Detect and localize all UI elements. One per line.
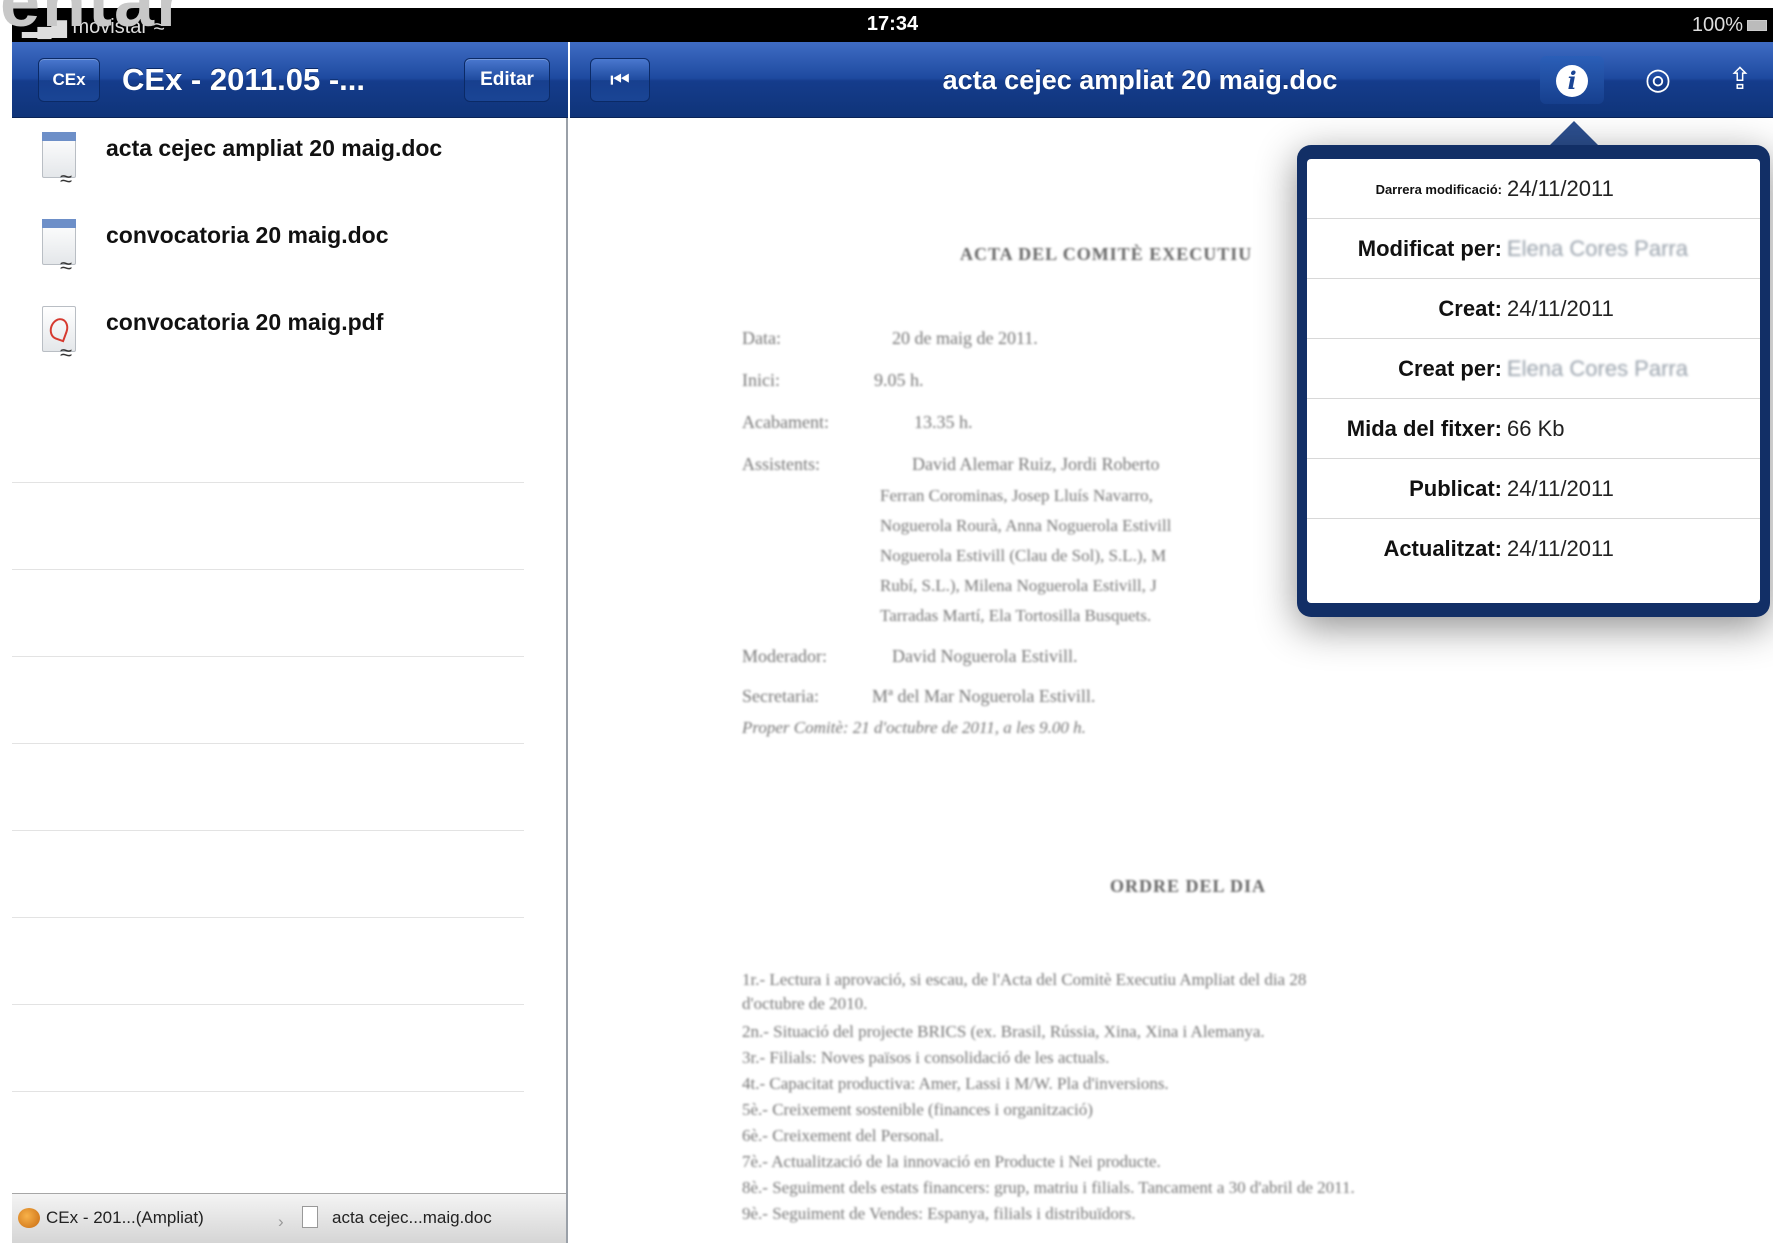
info-value: 24/11/2011 [1507, 296, 1614, 321]
file-list: ≈ acta cejec ampliat 20 maig.doc ≈ convo… [12, 118, 566, 379]
info-row-created-by: Creat per: Elena Cores Parra [1307, 339, 1760, 399]
clock: 17:34 [866, 13, 919, 35]
doc-heading: ACTA DEL COMITÈ EXECUTIU [960, 244, 1253, 264]
doc-line: Noguerola Rourà, Anna Noguerola Estivill [880, 516, 1172, 535]
doc-next-meeting: Proper Comitè: 21 d'octubre de 2011, a l… [742, 718, 1086, 737]
left-navbar: CEx CEx - 2011.05 -... Editar [12, 42, 568, 118]
info-value: 24/11/2011 [1507, 536, 1614, 561]
info-value: 24/11/2011 [1507, 176, 1614, 201]
target-icon[interactable]: ◎ [1626, 56, 1690, 104]
file-row-convocatoria-doc[interactable]: ≈ convocatoria 20 maig.doc [12, 205, 566, 292]
status-bar: ▂▄▆ movistar ≈ 17:34 100% [12, 8, 1773, 42]
file-name: convocatoria 20 maig.doc [106, 222, 389, 248]
folder-icon [18, 1208, 40, 1228]
info-row-file-size: Mida del fitxer: 66 Kb [1307, 399, 1760, 459]
doc-icon [302, 1206, 318, 1228]
doc-field-secretaria: Secretaria: Mª del Mar Noguerola Estivill… [742, 686, 1096, 706]
doc-file-icon: ≈ [38, 219, 82, 277]
popover-arrow [1548, 121, 1600, 147]
wifi-icon: ≈ [60, 253, 73, 278]
info-value: 66 Kb [1507, 416, 1565, 441]
info-value: 24/11/2011 [1507, 476, 1614, 501]
file-row-acta-doc[interactable]: ≈ acta cejec ampliat 20 maig.doc [12, 118, 566, 205]
file-name: convocatoria 20 maig.pdf [106, 309, 384, 335]
right-navbar: ⏮ acta cejec ampliat 20 maig.doc i ◎ ⇪ [570, 42, 1773, 118]
folder-title: CEx - 2011.05 -... [122, 62, 365, 97]
agenda-item: 8è.- Seguiment dels estats financers: gr… [742, 1178, 1355, 1197]
info-value: Elena Cores Parra [1507, 356, 1688, 381]
agenda-item: 3r.- Filials: Noves països i consolidaci… [742, 1048, 1110, 1067]
doc-file-icon: ≈ [38, 132, 82, 190]
info-label: Creat: [1438, 296, 1502, 321]
doc-field-assistents: Assistents: David Alemar Ruiz, Jordi Robe… [742, 454, 1160, 474]
info-row-last-modified: Darrera modificació: 24/11/2011 [1307, 159, 1760, 219]
separator-icon: › [278, 1212, 284, 1231]
document-title: acta cejec ampliat 20 maig.doc [942, 65, 1338, 95]
breadcrumb-bar: CEx - 201...(Ampliat) › acta cejec...mai… [12, 1193, 566, 1243]
doc-field-inici: Inici: 9.05 h. [742, 370, 924, 390]
info-icon[interactable]: i [1540, 56, 1604, 104]
info-label: Actualitzat: [1383, 536, 1502, 561]
doc-line: Ferran Corominas, Josep Lluís Navarro, [880, 486, 1153, 505]
file-row-convocatoria-pdf[interactable]: ≈ convocatoria 20 maig.pdf [12, 292, 566, 379]
file-info-popover: Darrera modificació: 24/11/2011 Modifica… [1297, 145, 1770, 617]
info-row-updated: Actualitzat: 24/11/2011 [1307, 519, 1760, 579]
doc-line: Tarradas Martí, Ela Tortosilla Busquets. [880, 606, 1152, 625]
first-page-button[interactable]: ⏮ [590, 58, 650, 102]
share-icon[interactable]: ⇪ [1708, 56, 1772, 104]
wifi-icon: ≈ [60, 340, 73, 365]
battery-icon [1747, 20, 1767, 31]
info-label: Darrera modificació: [1375, 182, 1502, 197]
doc-line: Noguerola Estivill (Clau de Sol), S.L.),… [880, 546, 1167, 565]
info-label: Publicat: [1409, 476, 1502, 501]
agenda-item: 1r.- Lectura i aprovació, si escau, de l… [742, 970, 1307, 989]
info-row-created: Creat: 24/11/2011 [1307, 279, 1760, 339]
battery-percent: 100% [1691, 14, 1743, 36]
agenda-item: 4t.- Capacitat productiva: Amer, Lassi i… [742, 1074, 1169, 1093]
info-value: Elena Cores Parra [1507, 236, 1688, 261]
empty-list-rows [12, 396, 566, 1092]
agenda-item: 5è.- Creixement sostenible (finances i o… [742, 1100, 1093, 1119]
doc-field-moderador: Moderador: David Noguerola Estivill. [742, 646, 1078, 666]
info-label: Modificat per: [1357, 236, 1502, 261]
doc-subheading: ORDRE DEL DIA [1110, 876, 1267, 896]
file-info-list: Darrera modificació: 24/11/2011 Modifica… [1307, 159, 1760, 603]
info-row-modified-by: Modificat per: Elena Cores Parra [1307, 219, 1760, 279]
doc-field-data: Data: 20 de maig de 2011. [742, 328, 1038, 348]
doc-line: Rubí, S.L.), Milena Noguerola Estivill, … [880, 576, 1157, 595]
file-name: acta cejec ampliat 20 maig.doc [106, 135, 443, 161]
agenda-item: 7è.- Actualització de la innovació en Pr… [742, 1152, 1161, 1171]
info-label: Mida del fitxer: [1346, 416, 1502, 441]
cropped-overlay-text: entar [0, 0, 187, 42]
ipad-screen: ▂▄▆ movistar ≈ 17:34 100% entar CEx CEx … [0, 0, 1773, 1243]
pdf-file-icon: ≈ [38, 306, 82, 364]
doc-field-acabament: Acabament: 13.35 h. [742, 412, 973, 432]
breadcrumb-document[interactable]: acta cejec...maig.doc [332, 1208, 492, 1228]
wifi-icon: ≈ [60, 166, 73, 191]
info-label: Creat per: [1398, 356, 1502, 381]
agenda-item: d'octubre de 2010. [742, 994, 868, 1013]
breadcrumb-folder[interactable]: CEx - 201...(Ampliat) [46, 1208, 204, 1228]
agenda-item: 9è.- Seguiment de Vendes: Espanya, filia… [742, 1204, 1136, 1223]
info-row-published: Publicat: 24/11/2011 [1307, 459, 1760, 519]
back-button[interactable]: CEx [38, 58, 100, 102]
agenda-item: 6è.- Creixement del Personal. [742, 1126, 944, 1145]
agenda-item: 2n.- Situació del projecte BRICS (ex. Br… [742, 1022, 1265, 1041]
edit-button[interactable]: Editar [464, 58, 550, 102]
file-browser-pane: CEx CEx - 2011.05 -... Editar ≈ acta cej… [12, 42, 568, 1243]
